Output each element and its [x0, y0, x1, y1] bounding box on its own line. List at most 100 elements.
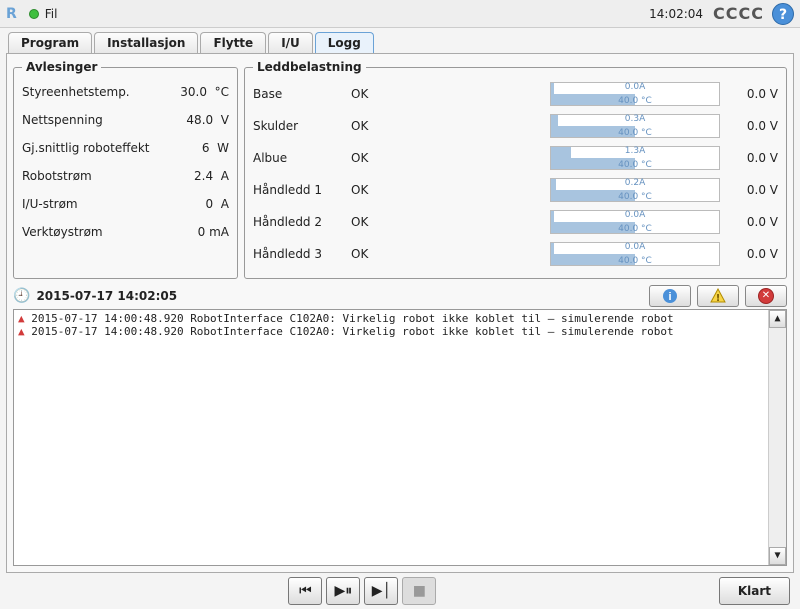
menu-file[interactable]: Fil [45, 7, 58, 21]
tool-current-label: Verktøystrøm [22, 225, 103, 239]
joint-status: OK [351, 119, 391, 133]
joint-status: OK [351, 151, 391, 165]
joint-amps: 0.0A [551, 242, 719, 252]
log-filter-warning-button[interactable]: ! [697, 285, 739, 307]
clock: 14:02:04 [649, 7, 703, 21]
joint-load-panel: Leddbelastning BaseOK0.0A40.0 °C0.0 VSku… [244, 60, 787, 279]
joint-temp: 40.0 °C [551, 224, 719, 234]
joint-gauge: 1.3A 40.0 °C [550, 146, 720, 170]
readings-panel: Avlesinger Styreenhetstemp. 30.0 °C Nett… [13, 60, 238, 279]
log-toolbar: 🕘 2015-07-17 14:02:05 i ! ✕ [13, 285, 787, 307]
tab-installation[interactable]: Installasjon [94, 32, 198, 53]
log-filter-error-button[interactable]: ✕ [745, 285, 787, 307]
tab-move[interactable]: Flytte [200, 32, 266, 53]
joint-row: Base OK 0.0A 40.0 °C 0.0 V [253, 78, 778, 110]
joint-name: Skulder [253, 119, 343, 133]
bottom-bar: ⏮ ▶⏸ ▶│ ■ Klart [0, 573, 800, 609]
joint-row: Håndledd 3 OK 0.0A 40.0 °C 0.0 V [253, 238, 778, 270]
joint-voltage: 0.0 V [728, 247, 778, 261]
readings-title: Avlesinger [22, 60, 101, 74]
warning-icon: ! [710, 288, 726, 304]
joint-gauge: 0.0A 40.0 °C [550, 210, 720, 234]
avg-power-label: Gj.snittlig roboteffekt [22, 141, 150, 155]
joint-name: Håndledd 2 [253, 215, 343, 229]
tool-current-value: 0 [198, 225, 206, 239]
joint-voltage: 0.0 V [728, 119, 778, 133]
ready-button[interactable]: Klart [719, 577, 790, 605]
avg-power-value: 6 [202, 141, 210, 155]
joint-temp: 40.0 °C [551, 160, 719, 170]
joint-name: Albue [253, 151, 343, 165]
avg-power-unit: W [217, 141, 229, 155]
log-filter-info-button[interactable]: i [649, 285, 691, 307]
joint-gauge: 0.2A 40.0 °C [550, 178, 720, 202]
joint-name: Base [253, 87, 343, 101]
joint-temp: 40.0 °C [551, 128, 719, 138]
status-dot-icon [29, 9, 39, 19]
joint-gauge: 0.0A 40.0 °C [550, 82, 720, 106]
brand-label: CCCC [713, 4, 764, 23]
tab-log[interactable]: Logg [315, 32, 374, 53]
joint-amps: 0.0A [551, 82, 719, 92]
joint-row: Håndledd 1OK0.2A40.0 °C0.0 V [253, 174, 778, 206]
tab-bar: Program Installasjon Flytte I/U Logg [0, 28, 800, 53]
joint-temp: 40.0 °C [551, 256, 719, 266]
step-forward-button[interactable]: ▶│ [364, 577, 398, 605]
robot-current-label: Robotstrøm [22, 169, 92, 183]
joint-temp: 40.0 °C [551, 96, 719, 106]
joint-status: OK [351, 183, 391, 197]
error-icon: ✕ [758, 288, 774, 304]
controller-temp-value: 30.0 [180, 85, 207, 99]
log-line[interactable]: ▲ 2015-07-17 14:00:48.920 RobotInterface… [18, 312, 782, 325]
help-button[interactable]: ? [772, 3, 794, 25]
scroll-down-button[interactable]: ▼ [769, 547, 786, 565]
scroll-up-button[interactable]: ▲ [769, 310, 786, 328]
joint-status: OK [351, 87, 391, 101]
rewind-button[interactable]: ⏮ [288, 577, 322, 605]
svg-text:i: i [668, 291, 671, 303]
log-line[interactable]: ▲ 2015-07-17 14:00:48.920 RobotInterface… [18, 325, 782, 338]
joint-row: Håndledd 2 OK 0.0A 40.0 °C 0.0 V [253, 206, 778, 238]
info-icon: i [662, 288, 678, 304]
top-bar: R Fil 14:02:04 CCCC ? [0, 0, 800, 28]
joint-load-title: Leddbelastning [253, 60, 366, 74]
io-current-value: 0 [206, 197, 214, 211]
clock-icon: 🕘 [13, 288, 30, 304]
joint-amps: 0.0A [551, 210, 719, 220]
joint-amps: 0.3A [551, 114, 719, 124]
log-timestamp: 2015-07-17 14:02:05 [36, 289, 177, 303]
tab-io[interactable]: I/U [268, 32, 313, 53]
joint-status: OK [351, 247, 391, 261]
tab-program[interactable]: Program [8, 32, 92, 53]
warning-glyph-icon: ▲ [18, 312, 25, 325]
main-voltage-unit: V [221, 113, 229, 127]
logo: R [6, 6, 17, 22]
play-pause-button[interactable]: ▶⏸ [326, 577, 360, 605]
joint-name: Håndledd 1 [253, 183, 343, 197]
joint-voltage: 0.0 V [728, 151, 778, 165]
joint-row: Skulder OK 0.3A 40.0 °C 0.0 V [253, 110, 778, 142]
joint-status: OK [351, 215, 391, 229]
scrollbar[interactable]: ▲ ▼ [768, 310, 786, 565]
warning-glyph-icon: ▲ [18, 325, 25, 338]
main-voltage-value: 48.0 [186, 113, 213, 127]
robot-current-value: 2.4 [194, 169, 213, 183]
joint-amps: 0.2A [551, 178, 719, 188]
joint-amps: 1.3A [551, 146, 719, 156]
joint-voltage: 0.0 V [728, 215, 778, 229]
stop-button[interactable]: ■ [402, 577, 436, 605]
io-current-unit: A [221, 197, 229, 211]
joint-gauge: 0.3A 40.0 °C [550, 114, 720, 138]
joint-gauge: 0.0A 40.0 °C [550, 242, 720, 266]
joint-temp: 40.0 °C [551, 192, 719, 202]
svg-text:!: ! [716, 293, 721, 304]
joint-name: Håndledd 3 [253, 247, 343, 261]
joint-voltage: 0.0 V [728, 87, 778, 101]
controller-temp-unit: °C [215, 85, 229, 99]
main-voltage-label: Nettspenning [22, 113, 103, 127]
log-area[interactable]: ▲ 2015-07-17 14:00:48.920 RobotInterface… [13, 309, 787, 566]
joint-row: Albue OK 1.3A 40.0 °C 0.0 V [253, 142, 778, 174]
io-current-label: I/U-strøm [22, 197, 78, 211]
controller-temp-label: Styreenhetstemp. [22, 85, 130, 99]
tool-current-unit: mA [209, 225, 229, 239]
